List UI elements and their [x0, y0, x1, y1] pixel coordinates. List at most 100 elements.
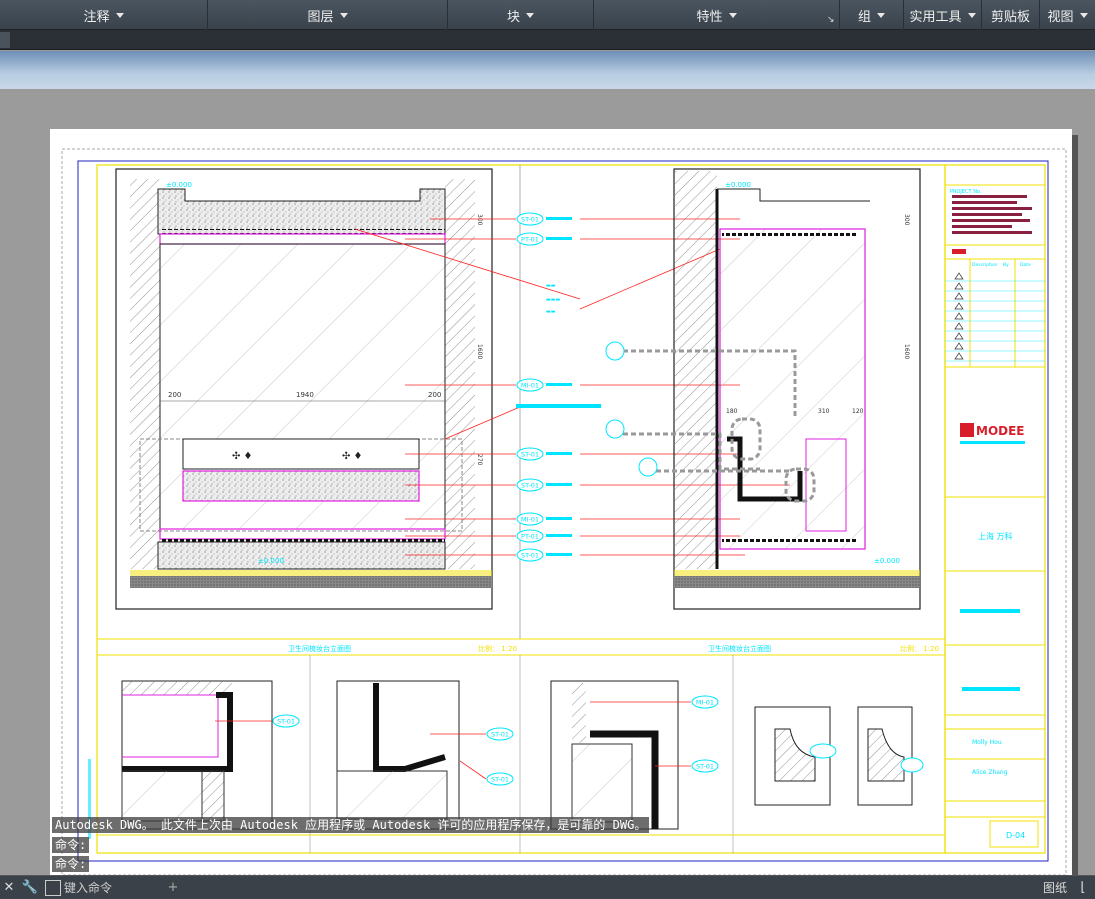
dimension-text: 1600	[476, 344, 483, 359]
callout-label: MI-01	[696, 699, 714, 707]
note-bar	[546, 553, 572, 556]
dimension-text: 200	[428, 391, 441, 399]
brand-logo-mark	[960, 423, 974, 437]
command-history-text: Autodesk DWG。 此文件上次由 Autodesk 应用程序或 Auto…	[55, 818, 647, 832]
callout-label: PT-01	[521, 236, 539, 244]
callout-label: MI-01	[521, 382, 539, 390]
command-prompt-text: 命令:	[55, 838, 87, 852]
ribbon-panel-properties[interactable]: 特性 ↘	[594, 0, 840, 30]
command-input[interactable]: 键入命令	[64, 876, 164, 899]
ribbon-panel-label: 图层	[307, 9, 334, 25]
callout-label: ST-01	[521, 451, 539, 459]
sheet-label: 卫生间梳妆台立面图	[708, 644, 771, 653]
brand-logo-text: MODEE	[976, 424, 1025, 438]
status-bar: ✕ 🔧 键入命令 + 图纸 ⌊	[0, 875, 1095, 899]
wrench-icon[interactable]: 🔧	[18, 876, 42, 899]
ribbon-panel-bar: 注释 图层 块 特性 ↘ 组 实用工具 剪贴板 视图	[0, 0, 1095, 30]
ribbon-panel-view[interactable]: 视图	[1040, 0, 1095, 30]
ribbon-panel-layers[interactable]: 图层	[208, 0, 448, 30]
ribbon-panel-clipboard[interactable]: 剪贴板	[982, 0, 1040, 30]
ribbon-panel-label: 注释	[83, 9, 110, 25]
checked-by: Alice Zhang	[972, 769, 1008, 776]
note-bar	[546, 217, 572, 220]
level-mark: ±0.000	[725, 181, 751, 189]
chevron-down-icon	[339, 12, 348, 18]
note-text: ▬▬▬	[546, 297, 560, 303]
model-space-icon[interactable]: ⌊	[1071, 876, 1095, 899]
brand-underline	[960, 441, 1025, 444]
callout-label: ST-01	[491, 776, 509, 784]
layout-label: 图纸	[1042, 881, 1067, 895]
command-history-line: Autodesk DWG。 此文件上次由 Autodesk 应用程序或 Auto…	[52, 817, 650, 833]
chevron-down-icon	[877, 12, 885, 18]
callout-label: ST-01	[696, 763, 714, 771]
drawn-by: Molly Hou	[972, 739, 1002, 746]
file-tab-strip	[0, 30, 1095, 50]
callout-label: ST-01	[277, 718, 295, 726]
dimension-text: 270	[476, 454, 483, 466]
callout-label: ST-01	[521, 552, 539, 560]
level-mark: ±0.000	[258, 557, 284, 565]
note-text: ▬▬	[546, 309, 556, 315]
project-no-label: PROJECT No.	[950, 189, 982, 195]
led-strip	[722, 232, 857, 237]
layout-button[interactable]: 图纸	[1039, 876, 1071, 899]
revision-header: Date	[1020, 262, 1031, 268]
wall-hatch-right	[445, 179, 475, 569]
viewport-gradient-band	[0, 51, 1095, 89]
bottom-stone-panel	[157, 541, 446, 570]
led-strip	[722, 537, 857, 542]
chevron-down-icon	[526, 12, 534, 18]
command-input-placeholder: 键入命令	[64, 881, 113, 895]
scale-label: 比例： 1:20	[478, 644, 517, 653]
dimension-text: 300	[903, 214, 910, 226]
autocad-window: 注释 图层 块 特性 ↘ 组 实用工具 剪贴板 视图 ✣ ♦ ✣ ♦ 200 1…	[0, 0, 1095, 899]
dimension-text: 300	[476, 214, 483, 226]
client-name: 上海 万科	[978, 531, 1013, 541]
drawing-canvas[interactable]: ✣ ♦ ✣ ♦ 200 1940 200 ±0.000 ±0.000 300 1…	[0, 89, 1095, 875]
callout-label: MI-01	[521, 516, 539, 524]
add-tab-icon[interactable]: +	[164, 876, 182, 899]
callout-label: ST-01	[491, 731, 509, 739]
revision-header: Description	[972, 262, 998, 268]
callout-label: ST-01	[521, 482, 539, 490]
ribbon-panel-block[interactable]: 块	[448, 0, 594, 30]
ribbon-panel-label: 特性	[696, 9, 723, 25]
detail-marker	[638, 457, 658, 477]
note-bar	[546, 517, 572, 520]
vanity-stone	[182, 470, 420, 502]
scale-label: 比例： 1:20	[900, 644, 939, 653]
chevron-down-icon	[1079, 12, 1088, 18]
dialog-launcher-icon[interactable]: ↘	[827, 16, 835, 25]
callout-label: ST-01	[521, 216, 539, 224]
note-bar	[546, 483, 572, 486]
tab-scroll-handle[interactable]	[0, 32, 10, 48]
ribbon-panel-utilities[interactable]: 实用工具	[904, 0, 982, 30]
floor-line	[674, 570, 920, 576]
callout-bar	[516, 404, 601, 408]
ribbon-panel-label: 视图	[1047, 9, 1074, 25]
ribbon-panel-label: 剪贴板	[990, 9, 1030, 25]
ground-hatch	[674, 576, 920, 588]
dimension-text: 120	[852, 408, 864, 415]
note-bar	[546, 452, 572, 455]
note-bar	[546, 383, 572, 386]
level-mark: ±0.000	[874, 557, 900, 565]
chevron-down-icon	[967, 12, 976, 18]
sheet-label: 卫生间梳妆台立面图	[288, 644, 351, 653]
ribbon-panel-annotation[interactable]: 注释	[0, 0, 208, 30]
close-icon[interactable]: ✕	[0, 876, 18, 899]
callout-label: PT-01	[521, 533, 539, 541]
revision-header: By	[1003, 262, 1009, 268]
dimension-text: 200	[168, 391, 181, 399]
command-prompt-line: 命令:	[52, 837, 90, 853]
wall-hatch	[675, 171, 717, 569]
faucet-icon: ✣ ♦	[342, 451, 363, 462]
ribbon-panel-label: 组	[857, 9, 871, 25]
ribbon-panel-groups[interactable]: 组	[840, 0, 904, 30]
command-line-toggle-icon[interactable]	[45, 879, 61, 896]
dimension-text: 180	[726, 408, 738, 415]
ground-hatch	[130, 576, 492, 588]
dimension-text: 1600	[903, 344, 910, 359]
ribbon-panel-label: 实用工具	[909, 9, 962, 25]
